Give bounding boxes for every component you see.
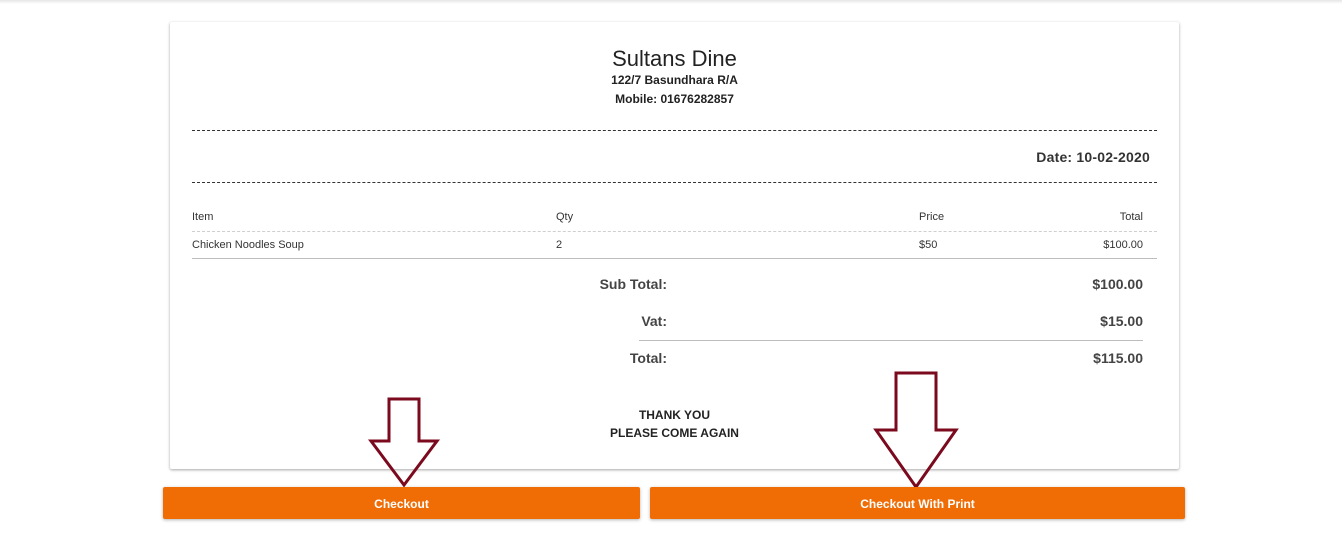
items-table: Item Qty Price Total Chicken Noodles Sou… <box>192 204 1157 259</box>
down-arrow-icon <box>368 397 440 488</box>
item-total: $100.00 <box>1103 239 1143 251</box>
subtotal-value: $100.00 <box>1092 276 1143 292</box>
subtotal-label: Sub Total: <box>599 276 667 292</box>
total-label: Total: <box>629 350 667 366</box>
down-arrow-icon <box>873 371 959 490</box>
vat-value: $15.00 <box>1100 313 1143 329</box>
checkout-button[interactable]: Checkout <box>163 487 640 519</box>
vat-label: Vat: <box>641 313 667 329</box>
store-name: Sultans Dine <box>612 46 737 71</box>
thank-you-text: THANK YOU <box>638 408 711 422</box>
table-row: Chicken Noodles Soup 2 $50 $100.00 <box>192 232 1157 259</box>
item-qty: 2 <box>556 239 563 251</box>
dashed-divider <box>192 130 1157 131</box>
checkout-with-print-button[interactable]: Checkout With Print <box>650 487 1185 519</box>
store-mobile: Mobile: 01676282857 <box>615 92 734 106</box>
column-header-total: Total <box>1119 211 1143 223</box>
table-header-row: Item Qty Price Total <box>192 204 1157 232</box>
item-price: $50 <box>919 239 938 251</box>
item-name: Chicken Noodles Soup <box>192 239 304 251</box>
column-header-price: Price <box>919 211 945 223</box>
summary-divider <box>639 340 1143 341</box>
dashed-divider <box>192 182 1157 183</box>
top-divider <box>0 0 1342 4</box>
receipt-date: Date: 10-02-2020 <box>1036 149 1150 165</box>
checkout-page: Sultans Dine 122/7 Basundhara R/A Mobile… <box>0 0 1342 535</box>
total-value: $115.00 <box>1093 350 1143 366</box>
receipt-card: Sultans Dine 122/7 Basundhara R/A Mobile… <box>170 22 1179 469</box>
come-again-text: PLEASE COME AGAIN <box>610 426 739 440</box>
store-address: 122/7 Basundhara R/A <box>611 73 738 87</box>
column-header-item: Item <box>192 211 214 223</box>
column-header-qty: Qty <box>556 211 574 223</box>
